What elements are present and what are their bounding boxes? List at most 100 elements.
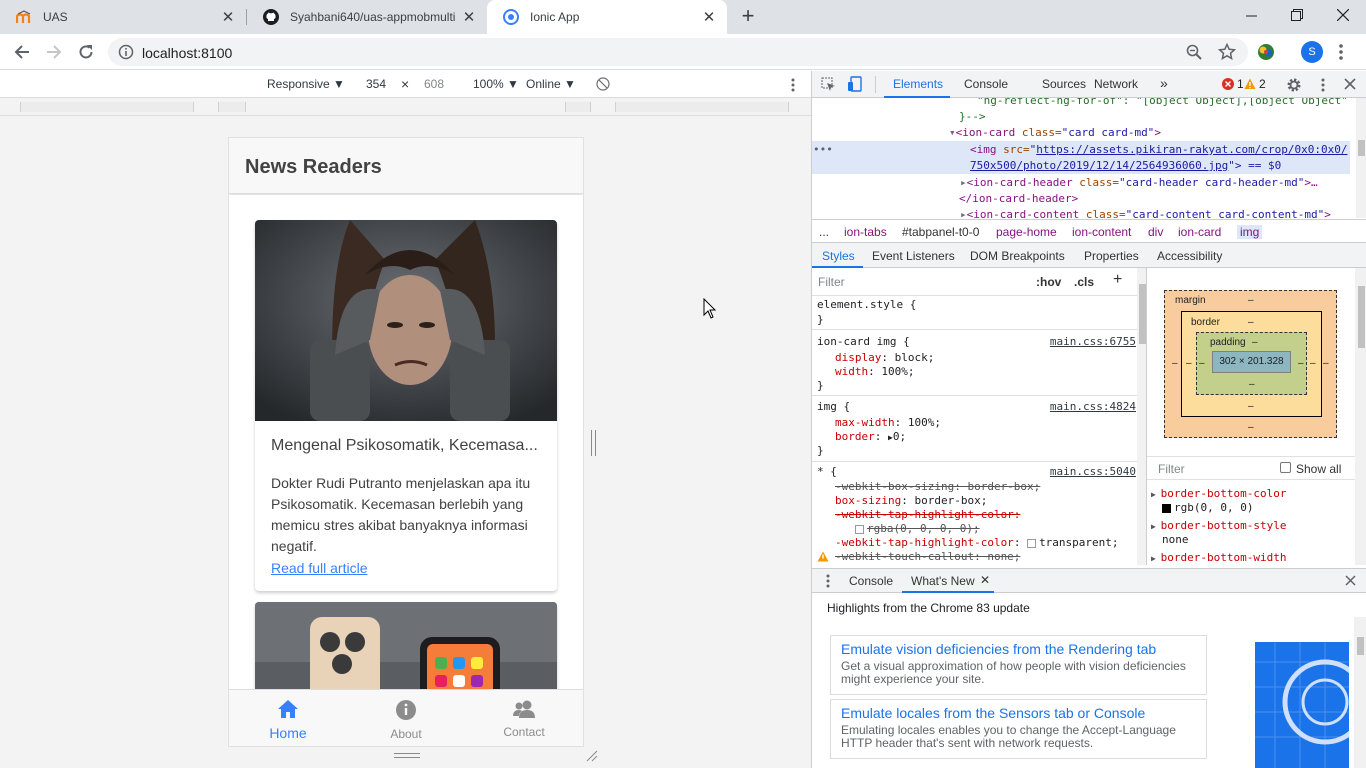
color-swatch[interactable]	[1027, 538, 1037, 548]
style-source-link[interactable]: main.css:6755	[1050, 335, 1136, 349]
styles-filter-input[interactable]: Filter	[818, 275, 845, 289]
inspect-element-icon[interactable]	[821, 77, 836, 95]
subtab-event-listeners[interactable]: Event Listeners	[872, 249, 955, 263]
styles-scrollbar[interactable]	[1137, 268, 1146, 565]
read-full-article-link[interactable]: Read full article	[271, 560, 368, 576]
dom-line-selected-cont[interactable]: 750x500/photo/2019/12/14/2564936060.jpg"…	[970, 158, 1281, 174]
tab-console[interactable]: Console	[964, 77, 1008, 91]
device-options-icon[interactable]	[790, 77, 796, 96]
style-source-link[interactable]: main.css:5040	[1050, 465, 1136, 479]
whats-new-item-title[interactable]: Emulate locales from the Sensors tab or …	[841, 705, 1196, 721]
new-rule-button[interactable]: +	[1113, 271, 1122, 289]
bookmark-star-icon[interactable]	[1217, 42, 1237, 64]
profile-avatar[interactable]: S	[1301, 41, 1323, 63]
tab-network[interactable]: Network	[1094, 77, 1138, 91]
dom-line[interactable]: </ion-card-header>	[959, 191, 1078, 207]
close-tab-icon[interactable]: ✕	[701, 8, 717, 26]
close-devtools-icon[interactable]	[1344, 78, 1356, 93]
dom-line-selected[interactable]: <img src="https://assets.pikiran-rakyat.…	[970, 142, 1348, 158]
warning-count-badge[interactable]: 2	[1244, 77, 1266, 91]
zoom-select[interactable]: 100% ▼	[473, 77, 519, 91]
breadcrumb-item[interactable]: ion-card	[1178, 225, 1221, 239]
breadcrumb-item[interactable]: page-home	[996, 225, 1057, 239]
breadcrumb-item[interactable]: ...	[819, 225, 829, 239]
style-rule-selector[interactable]: * {	[817, 465, 837, 479]
news-card[interactable]: Mengenal Psikosomatik, Kecemasa... Dokte…	[255, 220, 557, 591]
settings-gear-icon[interactable]	[1286, 77, 1302, 96]
browser-tab-github[interactable]: Syahbani640/uas-appmobmulti ✕	[247, 0, 487, 34]
subtab-dom-breakpoints[interactable]: DOM Breakpoints	[970, 249, 1065, 263]
breadcrumb-item[interactable]: ion-tabs	[844, 225, 887, 239]
box-model-border[interactable]: border – – – – padding – – – – 302 × 201…	[1181, 311, 1322, 417]
class-button[interactable]: .cls	[1074, 275, 1094, 289]
extension-icon[interactable]	[1257, 43, 1275, 64]
tab-sources[interactable]: Sources	[1042, 77, 1086, 91]
resize-width-handle[interactable]	[591, 430, 596, 456]
error-count-badge[interactable]: 1	[1222, 77, 1244, 91]
browser-menu-icon[interactable]	[1338, 43, 1344, 64]
style-declaration[interactable]: max-width: 100%;	[835, 416, 941, 430]
dom-line[interactable]: ▸<ion-card-header class="card-header car…	[960, 175, 1318, 191]
style-declaration-overridden[interactable]: -webkit-box-sizing: border-box;	[835, 480, 1040, 494]
media-query-ruler[interactable]	[0, 98, 811, 116]
close-tab-icon[interactable]: ✕	[461, 8, 477, 26]
new-tab-button[interactable]: +	[737, 5, 759, 27]
style-declaration-overridden[interactable]: -webkit-touch-callout: none;	[835, 550, 1020, 564]
whats-new-item-title[interactable]: Emulate vision deficiencies from the Ren…	[841, 641, 1196, 657]
node-actions-ellipsis[interactable]: •••	[813, 143, 833, 156]
more-tabs-button[interactable]: »	[1160, 75, 1168, 91]
style-declaration-overridden[interactable]: -webkit-tap-highlight-color:	[835, 508, 1020, 522]
color-swatch[interactable]	[855, 524, 864, 534]
breadcrumb-item[interactable]: #tabpanel-t0-0	[902, 225, 979, 239]
dom-line[interactable]: }-->	[959, 109, 986, 125]
style-rule-selector[interactable]: img {	[817, 400, 850, 414]
news-card[interactable]	[255, 602, 557, 689]
browser-tab-uas[interactable]: UAS ✕	[0, 0, 246, 34]
style-source-link[interactable]: main.css:4824	[1050, 400, 1136, 414]
media-query-bar[interactable]	[20, 102, 194, 112]
back-button[interactable]	[10, 40, 34, 64]
style-declaration[interactable]: display: block;	[835, 351, 934, 365]
hover-state-button[interactable]: :hov	[1036, 275, 1061, 289]
style-declaration-overridden[interactable]: rgba(0, 0, 0, 0);	[855, 522, 980, 536]
reload-button[interactable]	[74, 40, 98, 64]
computed-property[interactable]: ▶ border-bottom-style	[1151, 519, 1286, 532]
breadcrumb-item-selected[interactable]: img	[1237, 225, 1263, 239]
style-rule-selector[interactable]: element.style {	[817, 298, 916, 312]
box-model-content[interactable]: 302 × 201.328	[1212, 351, 1291, 373]
dom-tree[interactable]: "ng-reflect-ng-for-of": "[object Object]…	[812, 98, 1366, 218]
device-mode-select[interactable]: Responsive ▼	[267, 77, 345, 91]
close-whats-new-icon[interactable]: ✕	[980, 573, 990, 587]
style-declaration[interactable]: box-sizing: border-box;	[835, 494, 987, 508]
devtools-menu-icon[interactable]	[1320, 77, 1326, 96]
dom-line[interactable]: ▸<ion-card-content class="card-content c…	[960, 207, 1331, 218]
media-query-bar[interactable]	[218, 102, 246, 112]
minimize-button[interactable]	[1228, 0, 1274, 30]
close-window-button[interactable]	[1320, 0, 1366, 30]
dom-scrollbar[interactable]	[1356, 98, 1366, 218]
computed-property[interactable]: ▶ border-bottom-color	[1151, 487, 1286, 500]
media-query-bar[interactable]	[565, 102, 591, 112]
computed-scrollbar[interactable]	[1355, 268, 1366, 565]
app-content[interactable]: Mengenal Psikosomatik, Kecemasa... Dokte…	[229, 195, 583, 689]
breadcrumb-item[interactable]: div	[1148, 225, 1163, 239]
style-declaration[interactable]: border: ▶0;	[835, 430, 906, 444]
drawer-tab-console[interactable]: Console	[849, 574, 893, 588]
tab-elements[interactable]: Elements	[893, 77, 943, 91]
computed-property[interactable]: ▶ border-bottom-width	[1151, 551, 1286, 564]
whats-new-item[interactable]: Emulate locales from the Sensors tab or …	[830, 699, 1207, 759]
dom-line[interactable]: ▾<ion-card class="card card-md">	[949, 125, 1161, 141]
style-rule-selector[interactable]: ion-card img {	[817, 335, 910, 349]
resize-corner-icon[interactable]	[586, 750, 598, 762]
tab-home[interactable]: Home	[229, 690, 347, 746]
computed-filter-input[interactable]: Filter	[1158, 462, 1185, 476]
style-declaration[interactable]: -webkit-tap-highlight-color: transparent…	[835, 536, 1119, 550]
rotate-icon[interactable]	[596, 77, 610, 94]
viewport-width-input[interactable]: 354	[353, 75, 399, 94]
breadcrumb-item[interactable]: ion-content	[1072, 225, 1131, 239]
drawer-scrollbar[interactable]	[1354, 617, 1366, 768]
dom-line[interactable]: "ng-reflect-ng-for-of": "[object Object]…	[977, 98, 1348, 109]
subtab-properties[interactable]: Properties	[1084, 249, 1139, 263]
subtab-accessibility[interactable]: Accessibility	[1157, 249, 1222, 263]
show-all-checkbox[interactable]	[1280, 462, 1291, 473]
